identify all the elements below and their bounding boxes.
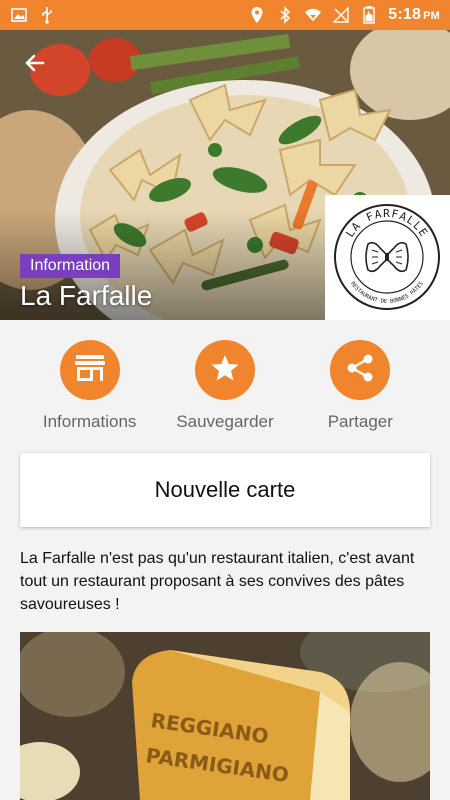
share-icon (345, 353, 375, 388)
location-icon (248, 6, 266, 24)
action-bar: Informations Sauvegarder Partager (0, 340, 450, 440)
bluetooth-icon (276, 6, 294, 24)
cheese-photo: REGGIANO PARMIGIANO (20, 632, 430, 800)
image-icon (10, 6, 28, 24)
informations-button[interactable]: Informations (25, 340, 155, 440)
partager-button[interactable]: Partager (295, 340, 425, 440)
card-button-label: Nouvelle carte (154, 477, 296, 502)
sauvegarder-button[interactable]: Sauvegarder (160, 340, 290, 440)
star-icon (210, 353, 240, 388)
hero-image: Information La Farfalle LA FARFALLE REST… (0, 30, 450, 320)
restaurant-description: La Farfalle n'est pas qu'un restaurant i… (20, 550, 415, 613)
action-circle (330, 340, 391, 400)
nouvelle-carte-button[interactable]: Nouvelle carte (20, 453, 430, 527)
svg-text:LA FARFALLE: LA FARFALLE (343, 207, 430, 240)
back-button[interactable] (18, 48, 52, 82)
signal-icon (332, 6, 350, 24)
clock: 5:18 PM (388, 6, 440, 23)
action-label: Sauvegarder (176, 412, 274, 431)
action-label: Partager (327, 412, 393, 431)
farfalle-logo-icon: LA FARFALLE RESTAURANT DE BONNES PÂTES (334, 204, 440, 310)
usb-icon (38, 6, 56, 24)
action-label: Informations (42, 412, 137, 431)
action-circle (59, 340, 120, 400)
battery-icon (360, 6, 378, 24)
restaurant-logo: LA FARFALLE RESTAURANT DE BONNES PÂTES (325, 195, 450, 320)
status-bar: 5:18 PM (0, 0, 450, 30)
parmesan-image: REGGIANO PARMIGIANO (20, 632, 430, 800)
wifi-icon (304, 6, 322, 24)
store-icon (74, 353, 106, 388)
action-circle (194, 340, 255, 400)
arrow-left-icon (23, 51, 47, 80)
category-badge: Information (20, 254, 121, 278)
restaurant-title: La Farfalle (20, 280, 153, 311)
